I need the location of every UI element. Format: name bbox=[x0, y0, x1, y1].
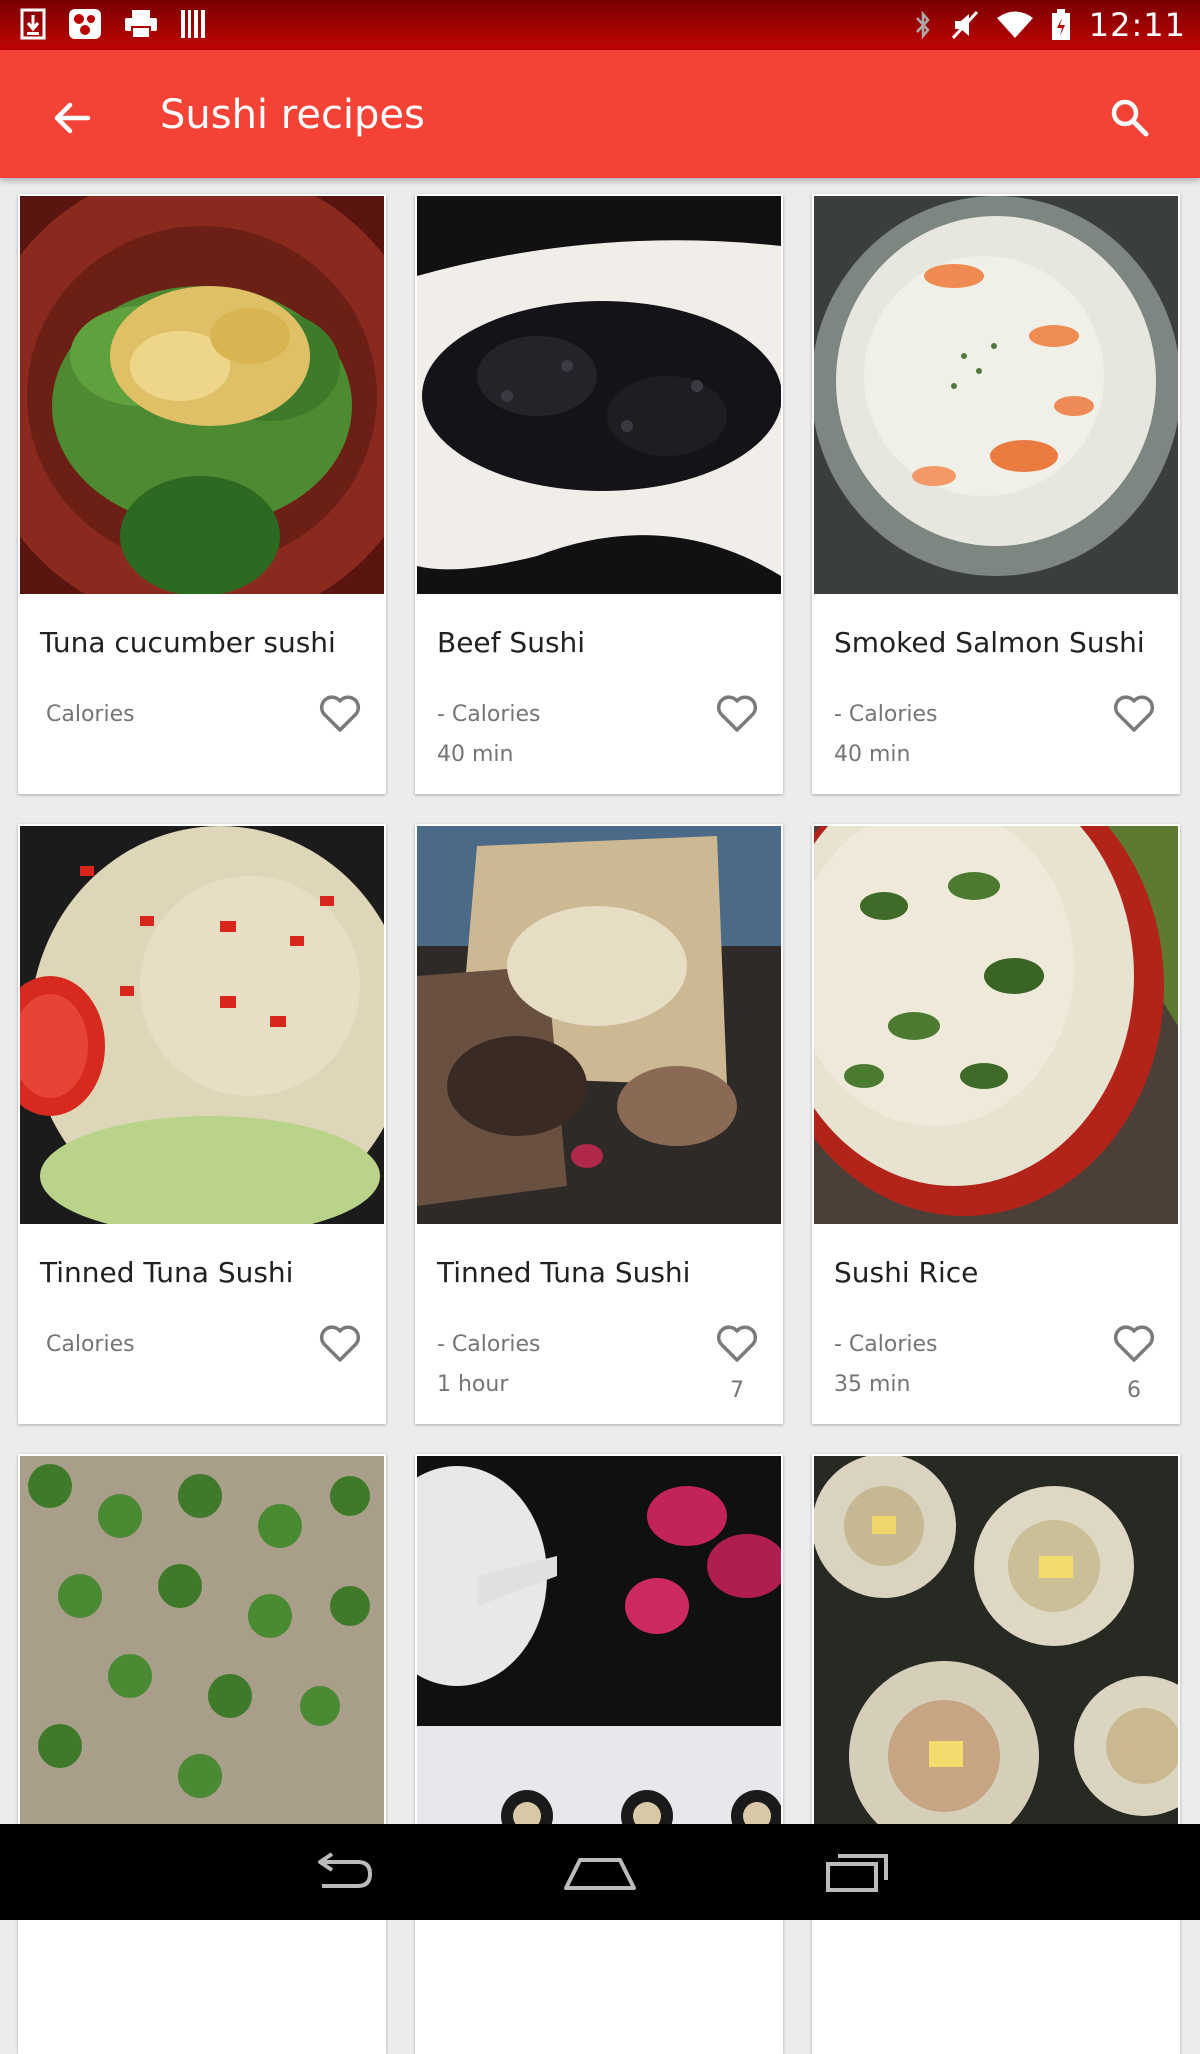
back-button[interactable] bbox=[46, 92, 98, 144]
recipe-photo bbox=[20, 196, 384, 594]
recipe-card[interactable]: Tinned Tuna Sushi - Calories 1 hour 7 bbox=[415, 824, 783, 1424]
bluetooth-icon bbox=[913, 10, 933, 40]
recipe-card[interactable]: Tinned Tuna Sushi Calories bbox=[18, 824, 386, 1424]
arrow-back-icon bbox=[54, 102, 91, 134]
download-icon bbox=[20, 8, 46, 40]
recipe-time: 40 min bbox=[437, 742, 514, 767]
recipe-photo bbox=[814, 826, 1178, 1224]
wifi-icon bbox=[996, 11, 1033, 39]
recipe-card[interactable]: Beef Sushi - Calories 40 min bbox=[415, 194, 783, 794]
favorite-button[interactable] bbox=[1112, 1322, 1156, 1366]
battery-icon bbox=[1051, 9, 1071, 41]
recipe-card[interactable]: Tuna cucumber sushi Calories bbox=[18, 194, 386, 794]
recipe-title: Tuna cucumber sushi bbox=[40, 626, 336, 659]
heart-icon bbox=[716, 695, 758, 732]
heart-icon bbox=[1113, 695, 1155, 732]
back-nav-icon bbox=[318, 1852, 372, 1888]
recipe-title: Sushi Rice bbox=[834, 1256, 979, 1289]
recipe-calories: Calories bbox=[46, 702, 135, 727]
recipe-calories: - Calories bbox=[834, 702, 938, 727]
recipe-calories: - Calories bbox=[437, 702, 541, 727]
nav-recents-button[interactable] bbox=[822, 1844, 894, 1900]
recipe-title: Smoked Salmon Sushi bbox=[834, 626, 1145, 659]
recipe-calories: - Calories bbox=[437, 1332, 541, 1357]
recipe-photo bbox=[417, 196, 781, 594]
recipe-photo bbox=[20, 1456, 384, 1854]
recipe-photo bbox=[20, 826, 384, 1224]
app-bar: Sushi recipes bbox=[0, 50, 1200, 178]
recipe-photo bbox=[417, 826, 781, 1224]
recipe-card[interactable]: Sushi Rice - Calories 35 min 6 bbox=[812, 824, 1180, 1424]
mute-icon bbox=[951, 10, 979, 40]
favorite-button[interactable] bbox=[715, 1322, 759, 1366]
print-icon bbox=[124, 9, 158, 39]
recipe-title: Beef Sushi bbox=[437, 626, 586, 659]
navigation-bar bbox=[0, 1824, 1200, 1920]
recipe-title: Tinned Tuna Sushi bbox=[40, 1256, 294, 1289]
home-nav-icon bbox=[564, 1858, 636, 1890]
favorite-count: 7 bbox=[730, 1378, 744, 1403]
favorite-button[interactable] bbox=[1112, 692, 1156, 736]
recents-nav-icon bbox=[826, 1854, 888, 1892]
heart-icon bbox=[716, 1325, 758, 1362]
recipe-title: Tinned Tuna Sushi bbox=[437, 1256, 691, 1289]
clock: 12:11 bbox=[1088, 6, 1186, 44]
barcode-icon bbox=[180, 9, 206, 39]
heart-icon bbox=[319, 1325, 361, 1362]
search-icon bbox=[1111, 99, 1149, 137]
app-icon bbox=[68, 8, 102, 40]
recipe-card[interactable] bbox=[18, 1454, 386, 2054]
nav-home-button[interactable] bbox=[560, 1844, 640, 1900]
heart-icon bbox=[1113, 1325, 1155, 1362]
favorite-count: 6 bbox=[1127, 1378, 1141, 1403]
favorite-button[interactable] bbox=[318, 1322, 362, 1366]
recipe-grid: Tuna cucumber sushi Calories Beef Sushi … bbox=[18, 194, 1182, 2054]
status-bar: 12:11 bbox=[0, 0, 1200, 50]
recipe-calories: - Calories bbox=[834, 1332, 938, 1357]
search-button[interactable] bbox=[1104, 92, 1156, 144]
page-title: Sushi recipes bbox=[160, 92, 425, 138]
recipe-photo bbox=[417, 1456, 781, 1854]
heart-icon bbox=[319, 695, 361, 732]
recipe-card[interactable] bbox=[415, 1454, 783, 2054]
recipe-time: 35 min bbox=[834, 1372, 911, 1397]
recipe-time: 40 min bbox=[834, 742, 911, 767]
favorite-button[interactable] bbox=[715, 692, 759, 736]
favorite-button[interactable] bbox=[318, 692, 362, 736]
recipe-card[interactable]: Smoked Salmon Sushi - Calories 40 min bbox=[812, 194, 1180, 794]
recipe-time: 1 hour bbox=[437, 1372, 509, 1397]
nav-back-button[interactable] bbox=[306, 1844, 378, 1900]
recipe-photo bbox=[814, 196, 1178, 594]
recipe-photo bbox=[814, 1456, 1178, 1854]
recipe-calories: Calories bbox=[46, 1332, 135, 1357]
recipe-card[interactable] bbox=[812, 1454, 1180, 2054]
